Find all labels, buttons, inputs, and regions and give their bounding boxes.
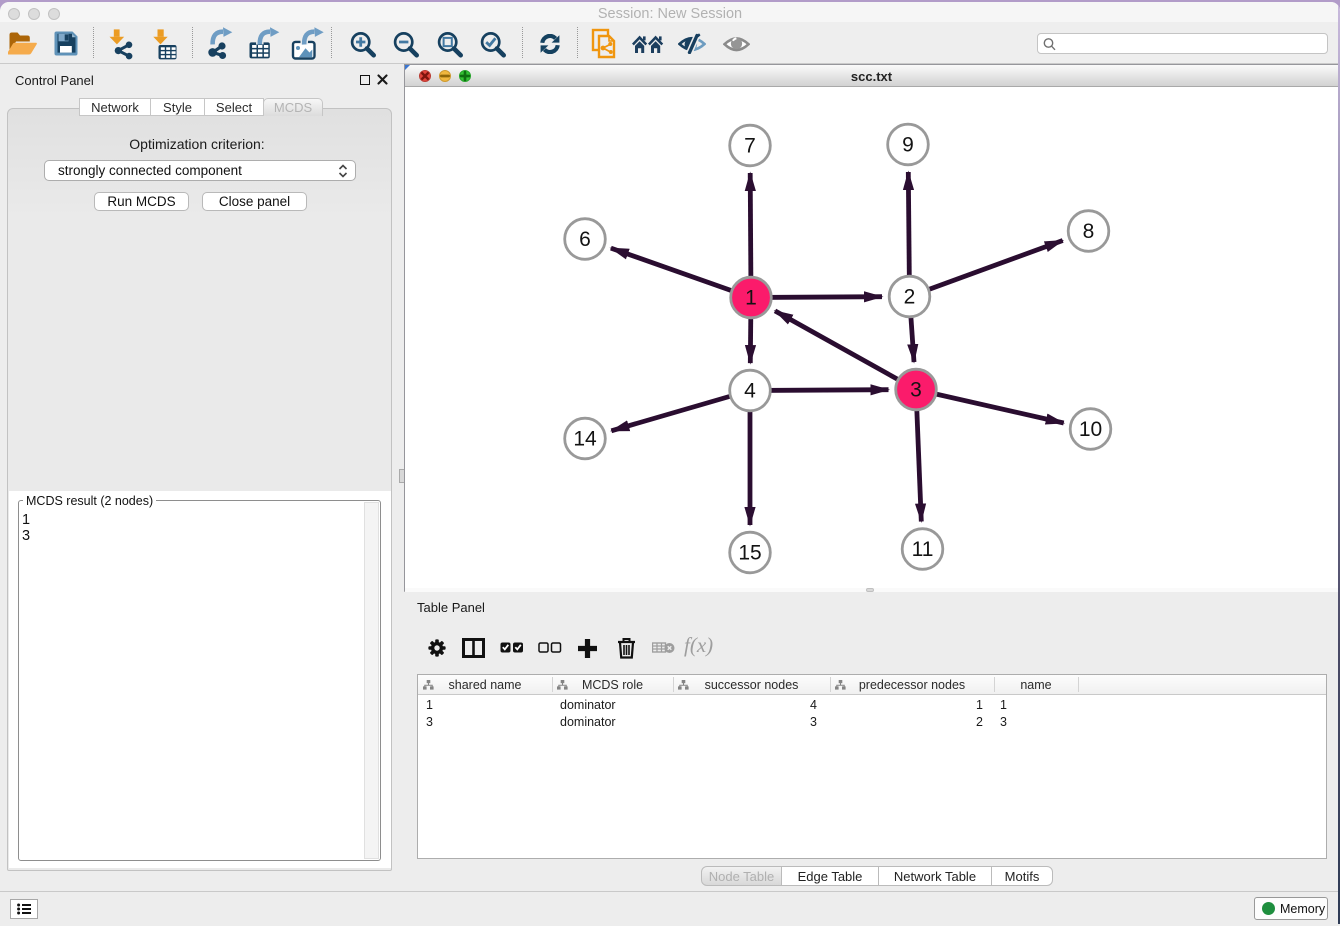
svg-text:7: 7 [744, 135, 756, 158]
svg-text:10: 10 [1079, 418, 1102, 441]
svg-text:4: 4 [744, 380, 756, 403]
svg-text:11: 11 [912, 538, 934, 561]
svg-text:9: 9 [902, 134, 914, 157]
svg-text:6: 6 [579, 228, 591, 251]
svg-text:2: 2 [904, 286, 916, 309]
svg-text:1: 1 [745, 287, 757, 310]
svg-text:3: 3 [910, 379, 922, 402]
svg-text:15: 15 [738, 542, 761, 565]
svg-text:14: 14 [573, 428, 597, 451]
svg-text:8: 8 [1083, 220, 1095, 243]
